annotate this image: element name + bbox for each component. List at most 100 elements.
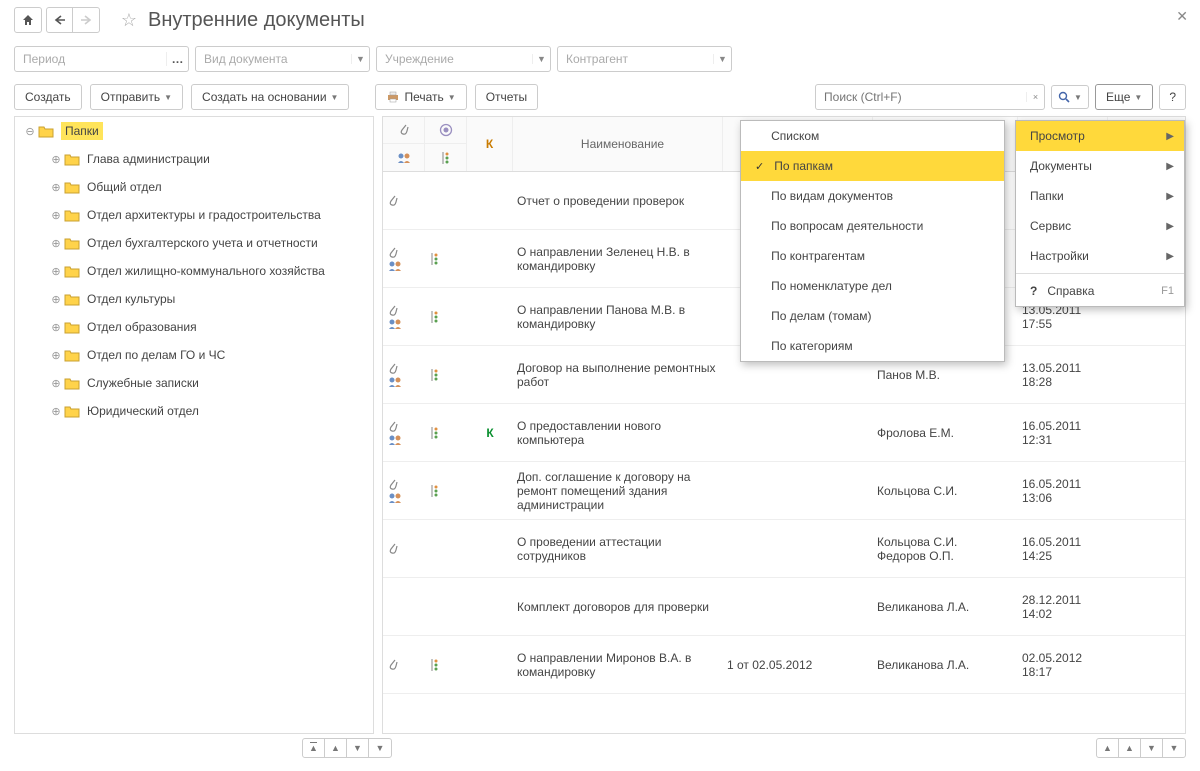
menu-item[interactable]: Папки▶ [1016, 181, 1184, 211]
attachment-icon [387, 420, 421, 434]
people-icon [387, 260, 421, 272]
nav-up[interactable]: ▲ [325, 739, 347, 757]
create-button[interactable]: Создать [14, 84, 82, 110]
table-row[interactable]: Комплект договоров для проверкиВеликанов… [383, 578, 1185, 636]
col-name[interactable]: Наименование [513, 117, 723, 171]
search-input[interactable]: × [815, 84, 1045, 110]
reports-button[interactable]: Отчеты [475, 84, 538, 110]
menu-item[interactable]: ?СправкаF1 [1016, 276, 1184, 306]
search-button[interactable]: ▼ [1051, 85, 1089, 109]
folder-icon [63, 207, 81, 223]
tree-item[interactable]: ⊕Юридический отдел [15, 397, 373, 425]
create-from-button[interactable]: Создать на основании▼ [191, 84, 349, 110]
expand-icon[interactable]: ⊕ [49, 321, 63, 334]
forward-button[interactable] [73, 8, 99, 32]
table-row[interactable]: КО предоставлении нового компьютераФроло… [383, 404, 1185, 462]
menu-item[interactable]: Документы▶ [1016, 151, 1184, 181]
people-icon [383, 144, 424, 171]
more-button[interactable]: Еще▼ [1095, 84, 1153, 110]
clear-search-icon[interactable]: × [1026, 92, 1044, 102]
tree-item[interactable]: ⊕Отдел архитектуры и градостроительства [15, 201, 373, 229]
expand-icon[interactable]: ⊕ [49, 377, 63, 390]
nav-up[interactable]: ▲ [1119, 739, 1141, 757]
tree-root[interactable]: ⊖ Папки [15, 117, 373, 145]
table-row[interactable]: О проведении аттестации сотрудниковКольц… [383, 520, 1185, 578]
home-button[interactable] [14, 7, 42, 33]
table-row[interactable]: Доп. соглашение к договору на ремонт пом… [383, 462, 1185, 520]
attachment-icon [387, 362, 421, 376]
nav-last[interactable]: ▼ [1163, 739, 1185, 757]
chevron-down-icon[interactable]: ▼ [532, 54, 550, 64]
chevron-down-icon[interactable]: ▼ [713, 54, 731, 64]
folder-icon [37, 123, 55, 139]
tree-item[interactable]: ⊕Отдел жилищно-коммунального хозяйства [15, 257, 373, 285]
menu-item[interactable]: Сервис▶ [1016, 211, 1184, 241]
expand-icon[interactable]: ⊕ [49, 181, 63, 194]
submenu-item[interactable]: По вопросам деятельности [741, 211, 1004, 241]
back-button[interactable] [47, 8, 73, 32]
tree-item[interactable]: ⊕Отдел культуры [15, 285, 373, 313]
expand-icon[interactable]: ⊕ [49, 265, 63, 278]
people-icon [387, 376, 421, 388]
expand-icon[interactable]: ⊕ [49, 349, 63, 362]
submenu-item[interactable]: По контрагентам [741, 241, 1004, 271]
period-filter[interactable]: Период … [14, 46, 189, 72]
tree-item[interactable]: ⊕Отдел образования [15, 313, 373, 341]
process-icon [429, 426, 463, 440]
folder-icon [63, 319, 81, 335]
expand-icon[interactable]: ⊕ [49, 405, 63, 418]
org-filter[interactable]: Учреждение ▼ [376, 46, 551, 72]
submenu-item[interactable]: По видам документов [741, 181, 1004, 211]
nav-group [46, 7, 100, 33]
col-k[interactable]: К [467, 117, 513, 171]
tree-item[interactable]: ⊕Глава администрации [15, 145, 373, 173]
status-icon [425, 117, 466, 144]
tree-item[interactable]: ⊕Служебные записки [15, 369, 373, 397]
folder-icon [63, 179, 81, 195]
contr-filter[interactable]: Контрагент ▼ [557, 46, 732, 72]
submenu-item[interactable]: Списком [741, 121, 1004, 151]
attachment-icon [387, 194, 421, 208]
nav-down[interactable]: ▼ [347, 739, 369, 757]
tree-item[interactable]: ⊕Отдел по делам ГО и ЧС [15, 341, 373, 369]
page-title: Внутренние документы [148, 9, 365, 32]
submenu-item[interactable]: По делам (томам) [741, 301, 1004, 331]
nav-first[interactable]: ▲ [303, 739, 325, 757]
folder-tree: ⊖ Папки ⊕Глава администрации⊕Общий отдел… [14, 116, 374, 734]
attachment-icon [383, 117, 424, 144]
ellipsis-icon[interactable]: … [166, 52, 188, 66]
expand-icon[interactable]: ⊕ [49, 153, 63, 166]
process-icon [429, 484, 463, 498]
tree-item[interactable]: ⊕Отдел бухгалтерского учета и отчетности [15, 229, 373, 257]
help-button[interactable]: ? [1159, 84, 1186, 110]
send-button[interactable]: Отправить▼ [90, 84, 183, 110]
doctype-filter[interactable]: Вид документа ▼ [195, 46, 370, 72]
submenu-item[interactable]: По номенклатуре дел [741, 271, 1004, 301]
nav-last[interactable]: ▼ [369, 739, 391, 757]
collapse-icon[interactable]: ⊖ [23, 125, 37, 138]
star-icon[interactable]: ☆ [118, 9, 140, 31]
chevron-down-icon[interactable]: ▼ [351, 54, 369, 64]
attachment-icon [387, 478, 421, 492]
folder-icon [63, 403, 81, 419]
more-menu: Просмотр▶Документы▶Папки▶Сервис▶Настройк… [1015, 120, 1185, 307]
close-button[interactable]: ✕ [1176, 8, 1188, 25]
expand-icon[interactable]: ⊕ [49, 293, 63, 306]
menu-item[interactable]: Просмотр▶ [1016, 121, 1184, 151]
view-submenu: Списком✓По папкам По видам документов По… [740, 120, 1005, 362]
submenu-item[interactable]: ✓По папкам [741, 151, 1004, 181]
menu-item[interactable]: Настройки▶ [1016, 241, 1184, 271]
expand-icon[interactable]: ⊕ [49, 237, 63, 250]
tree-nav-footer: ▲ ▲ ▼ ▼ [302, 738, 392, 758]
tree-item[interactable]: ⊕Общий отдел [15, 173, 373, 201]
folder-icon [63, 347, 81, 363]
printer-icon [386, 91, 400, 103]
print-button[interactable]: Печать▼ [375, 84, 466, 110]
folder-icon [63, 263, 81, 279]
attachment-icon [387, 246, 421, 260]
nav-down[interactable]: ▼ [1141, 739, 1163, 757]
submenu-item[interactable]: По категориям [741, 331, 1004, 361]
table-row[interactable]: О направлении Миронов В.А. в командировк… [383, 636, 1185, 694]
expand-icon[interactable]: ⊕ [49, 209, 63, 222]
nav-first[interactable]: ▲ [1097, 739, 1119, 757]
